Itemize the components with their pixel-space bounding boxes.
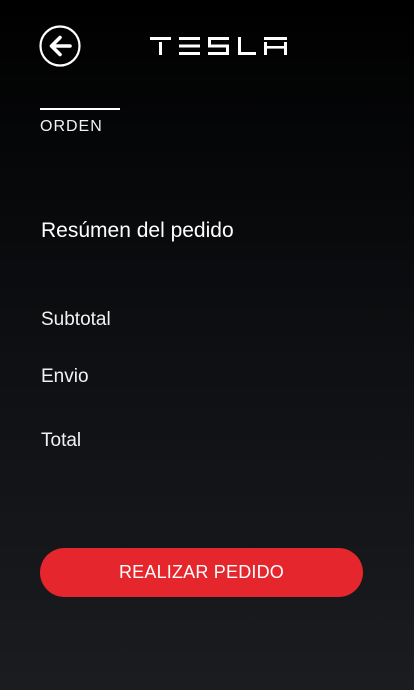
tab-active-indicator [40, 108, 120, 110]
shipping-label: Envio [41, 366, 89, 387]
order-screen: ORDEN Resúmen del pedido Subtotal Envio … [0, 0, 414, 690]
total-label: Total [41, 430, 82, 451]
place-order-button[interactable]: REALIZAR PEDIDO [40, 548, 363, 597]
tab-label: ORDEN [40, 118, 103, 135]
order-summary-title: Resúmen del pedido [41, 219, 234, 242]
subtotal-label: Subtotal [41, 309, 111, 330]
tesla-logo [150, 36, 287, 56]
tab-orden[interactable]: ORDEN [40, 108, 120, 136]
back-button[interactable] [39, 25, 81, 67]
arrow-left-circle-icon [39, 25, 81, 67]
